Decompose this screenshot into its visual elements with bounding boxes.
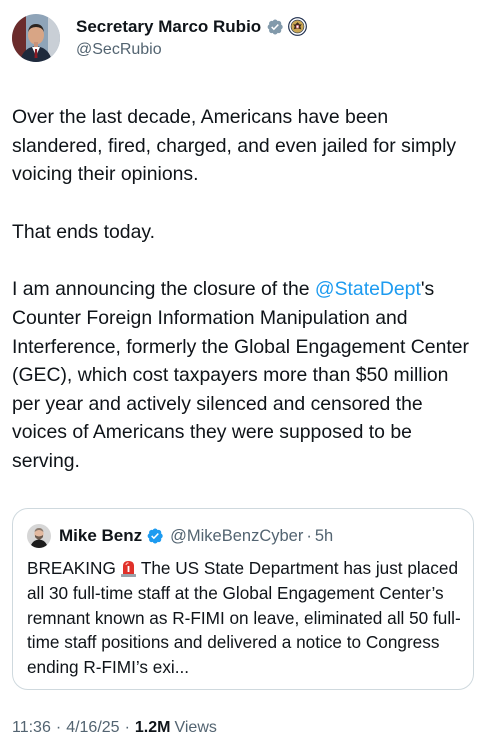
views-label: Views bbox=[174, 719, 217, 736]
tweet-metadata: 11:36 · 4/16/25 · 1.2M Views bbox=[12, 719, 217, 737]
author-handle[interactable]: @SecRubio bbox=[76, 39, 307, 61]
statedept-mention-link[interactable]: @StateDept bbox=[315, 278, 421, 300]
quoted-tweet-card[interactable]: Mike Benz @MikeBenzCyber · 5h BREAKING Th… bbox=[12, 508, 474, 690]
author-display-name[interactable]: Secretary Marco Rubio bbox=[76, 16, 261, 38]
verified-badge-icon bbox=[267, 18, 283, 35]
tweet-paragraph: That ends today. bbox=[12, 220, 156, 243]
rotating-light-icon bbox=[120, 561, 136, 577]
author-avatar[interactable] bbox=[12, 14, 60, 62]
quoted-author-handle[interactable]: @MikeBenzCyber bbox=[170, 527, 303, 546]
quoted-tweet-text: BREAKING The US State Department has just… bbox=[27, 556, 467, 680]
tweet-time[interactable]: 11:36 bbox=[12, 719, 51, 737]
separator-dot: · bbox=[55, 719, 62, 736]
state-department-seal-icon bbox=[288, 17, 308, 36]
tweet-text: Over the last decade, Americans have bee… bbox=[12, 103, 478, 476]
tweet-text-segment: I am announcing the closure of the bbox=[12, 278, 315, 301]
separator-dot: · bbox=[124, 719, 130, 736]
tweet-header: Secretary Marco Rubio @SecRubio bbox=[12, 14, 308, 62]
quoted-tweet-time[interactable]: 5h bbox=[315, 527, 333, 546]
breaking-label: BREAKING bbox=[27, 558, 116, 578]
separator-dot: · bbox=[306, 526, 312, 545]
views-count: 1.2M bbox=[134, 719, 171, 736]
tweet-paragraph: Over the last decade, Americans have bee… bbox=[12, 106, 457, 186]
quoted-author-avatar[interactable] bbox=[27, 524, 51, 548]
quoted-tweet-header: Mike Benz @MikeBenzCyber · 5h bbox=[27, 524, 333, 548]
tweet-text-segment: 's Counter Foreign Information Manipulat… bbox=[12, 278, 469, 472]
tweet-date[interactable]: 4/16/25 bbox=[66, 719, 119, 737]
verified-badge-icon bbox=[147, 528, 163, 544]
tweet-paragraph: I am announcing the closure of the @Stat… bbox=[12, 275, 478, 475]
quoted-author-name[interactable]: Mike Benz bbox=[59, 526, 142, 546]
